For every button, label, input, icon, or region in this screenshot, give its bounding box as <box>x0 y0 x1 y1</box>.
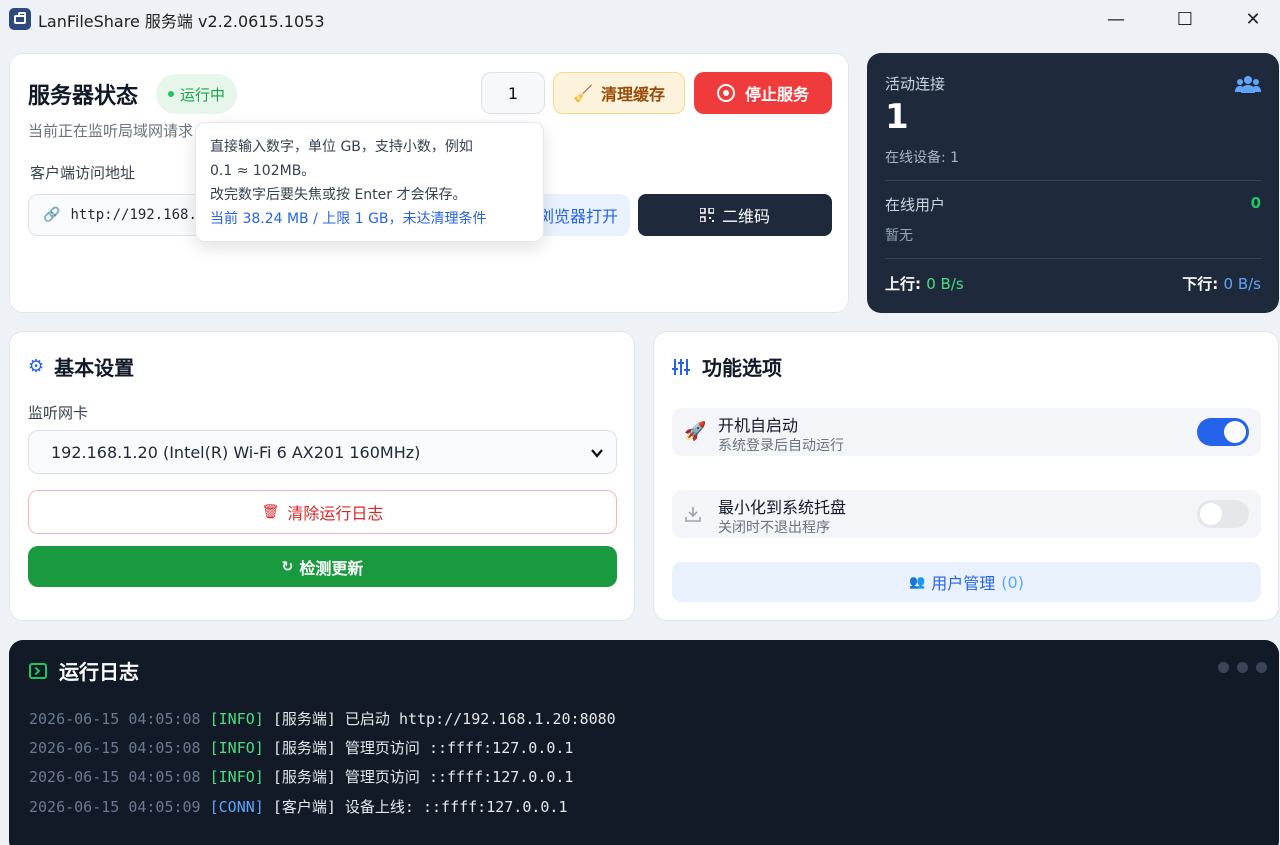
user-management-label: 用户管理 <box>931 574 996 593</box>
upload-speed: 上行: 0 B/s <box>885 273 964 294</box>
qr-code-label: 二维码 <box>721 207 770 226</box>
status-badge: 运行中 <box>156 74 238 114</box>
user-gear-icon: 👥 <box>909 574 926 590</box>
clear-log-button[interactable]: 🗑 清除运行日志 <box>28 490 617 534</box>
cache-tooltip: 直接输入数字，单位 GB，支持小数，例如 0.1 ≈ 102MB。 改完数字后要… <box>195 122 544 242</box>
user-management-count: (0) <box>1001 572 1024 592</box>
tray-desc: 关闭时不退出程序 <box>718 520 830 536</box>
maximize-button[interactable]: ☐ <box>1151 0 1219 38</box>
status-badge-label: 运行中 <box>180 85 226 104</box>
minimize-button[interactable]: — <box>1082 0 1150 38</box>
log-line: 2026-06-15 04:05:08 [INFO] [服务端] 管理页访问 :… <box>29 768 574 786</box>
log-line: 2026-06-15 04:05:09 [CONN] [客户端] 设备上线: :… <box>29 798 568 816</box>
upload-label: 上行: <box>885 275 921 293</box>
terminal-icon <box>29 662 47 679</box>
status-dot-icon <box>168 91 174 97</box>
qr-code-button[interactable]: 二维码 <box>638 194 832 236</box>
check-update-button[interactable]: ↻ 检测更新 <box>28 546 617 587</box>
autostart-option: 🚀 开机自启动 系统登录后自动运行 <box>672 408 1261 456</box>
stop-service-label: 停止服务 <box>744 85 809 104</box>
client-address-label: 客户端访问地址 <box>30 164 136 182</box>
status-subtitle: 当前正在监听局域网请求 <box>28 122 194 140</box>
check-update-label: 检测更新 <box>299 558 364 578</box>
broom-icon: 🧹 <box>573 83 593 103</box>
rocket-icon: 🚀 <box>684 421 707 442</box>
basic-settings-card: ⚙ 基本设置 监听网卡 192.168.1.20 (Intel(R) Wi-Fi… <box>9 331 635 621</box>
server-status-title: 服务器状态 <box>28 84 139 109</box>
sliders-icon <box>672 358 690 375</box>
network-card-label: 监听网卡 <box>28 404 89 422</box>
download-value: 0 B/s <box>1223 275 1261 293</box>
window-dots <box>1210 662 1267 673</box>
users-icon <box>1235 76 1261 93</box>
gear-icon: ⚙ <box>28 356 45 377</box>
log-line: 2026-06-15 04:05:08 [INFO] [服务端] 已启动 htt… <box>29 710 616 728</box>
feature-options-card: 功能选项 🚀 开机自启动 系统登录后自动运行 最小化到系统托盘 关闭时不退出程序… <box>653 331 1279 621</box>
tooltip-line-3: 改完数字后要失焦或按 Enter 才会保存。 <box>210 187 467 203</box>
tray-title: 最小化到系统托盘 <box>718 498 847 517</box>
online-users-empty: 暂无 <box>885 228 913 244</box>
run-log-title: 运行日志 <box>29 656 139 685</box>
close-button[interactable]: ✕ <box>1219 0 1280 38</box>
clear-log-label: 清除运行日志 <box>287 504 384 523</box>
download-label: 下行: <box>1182 275 1219 293</box>
divider <box>885 258 1261 259</box>
active-connections-card: 活动连接 1 在线设备: 1 在线用户 0 暂无 上行: 0 B/s 下行: 0… <box>867 53 1279 313</box>
basic-settings-label: 基本设置 <box>54 356 135 380</box>
stop-icon <box>716 84 735 102</box>
active-connections-count: 1 <box>885 97 909 137</box>
link-icon: 🔗 <box>43 207 61 223</box>
run-log-card: 运行日志 2026-06-15 04:05:08 [INFO] [服务端] 已启… <box>9 640 1279 845</box>
clear-cache-label: 清理缓存 <box>600 85 665 104</box>
stop-service-button[interactable]: 停止服务 <box>694 72 832 114</box>
refresh-icon: ↻ <box>281 558 294 575</box>
autostart-toggle[interactable] <box>1197 418 1249 446</box>
open-browser-label: 浏览器打开 <box>538 207 619 226</box>
autostart-desc: 系统登录后自动运行 <box>718 438 844 454</box>
online-users-label: 在线用户 <box>885 196 946 214</box>
online-users-count: 0 <box>1250 194 1261 212</box>
window-title: LanFileShare 服务端 v2.2.0615.1053 <box>38 12 325 31</box>
user-management-button[interactable]: 👥 用户管理 (0) <box>672 562 1261 602</box>
tooltip-line-1: 直接输入数字，单位 GB，支持小数，例如 <box>210 139 473 155</box>
download-icon <box>685 507 701 522</box>
qr-code-icon <box>699 208 714 222</box>
trash-icon: 🗑 <box>261 504 280 520</box>
run-log-label: 运行日志 <box>59 660 139 684</box>
feature-options-title: 功能选项 <box>672 352 782 381</box>
chevron-down-icon <box>591 449 603 458</box>
tooltip-line-2: 0.1 ≈ 102MB。 <box>210 163 316 179</box>
active-connections-label: 活动连接 <box>885 75 946 93</box>
tray-toggle[interactable] <box>1197 500 1249 528</box>
title-bar: LanFileShare 服务端 v2.2.0615.1053 — ☐ ✕ <box>0 0 1280 38</box>
open-browser-button[interactable]: 浏览器打开 <box>530 194 630 236</box>
download-speed: 下行: 0 B/s <box>1182 273 1261 294</box>
feature-options-label: 功能选项 <box>702 356 782 380</box>
tooltip-line-4: 当前 38.24 MB / 上限 1 GB，未达清理条件 <box>210 211 487 227</box>
network-card-select[interactable]: 192.168.1.20 (Intel(R) Wi-Fi 6 AX201 160… <box>28 430 617 474</box>
autostart-title: 开机自启动 <box>718 416 799 435</box>
log-line: 2026-06-15 04:05:08 [INFO] [服务端] 管理页访问 :… <box>29 739 574 757</box>
minimize-to-tray-option: 最小化到系统托盘 关闭时不退出程序 <box>672 490 1261 538</box>
network-card-value: 192.168.1.20 (Intel(R) Wi-Fi 6 AX201 160… <box>51 442 421 462</box>
app-icon <box>9 8 31 30</box>
divider <box>885 180 1261 181</box>
clear-cache-button[interactable]: 🧹 清理缓存 <box>553 72 685 114</box>
basic-settings-title: ⚙ 基本设置 <box>28 352 134 381</box>
cache-limit-input[interactable]: 1 <box>481 72 545 114</box>
online-devices-text: 在线设备: 1 <box>885 150 960 166</box>
upload-value: 0 B/s <box>926 275 964 293</box>
